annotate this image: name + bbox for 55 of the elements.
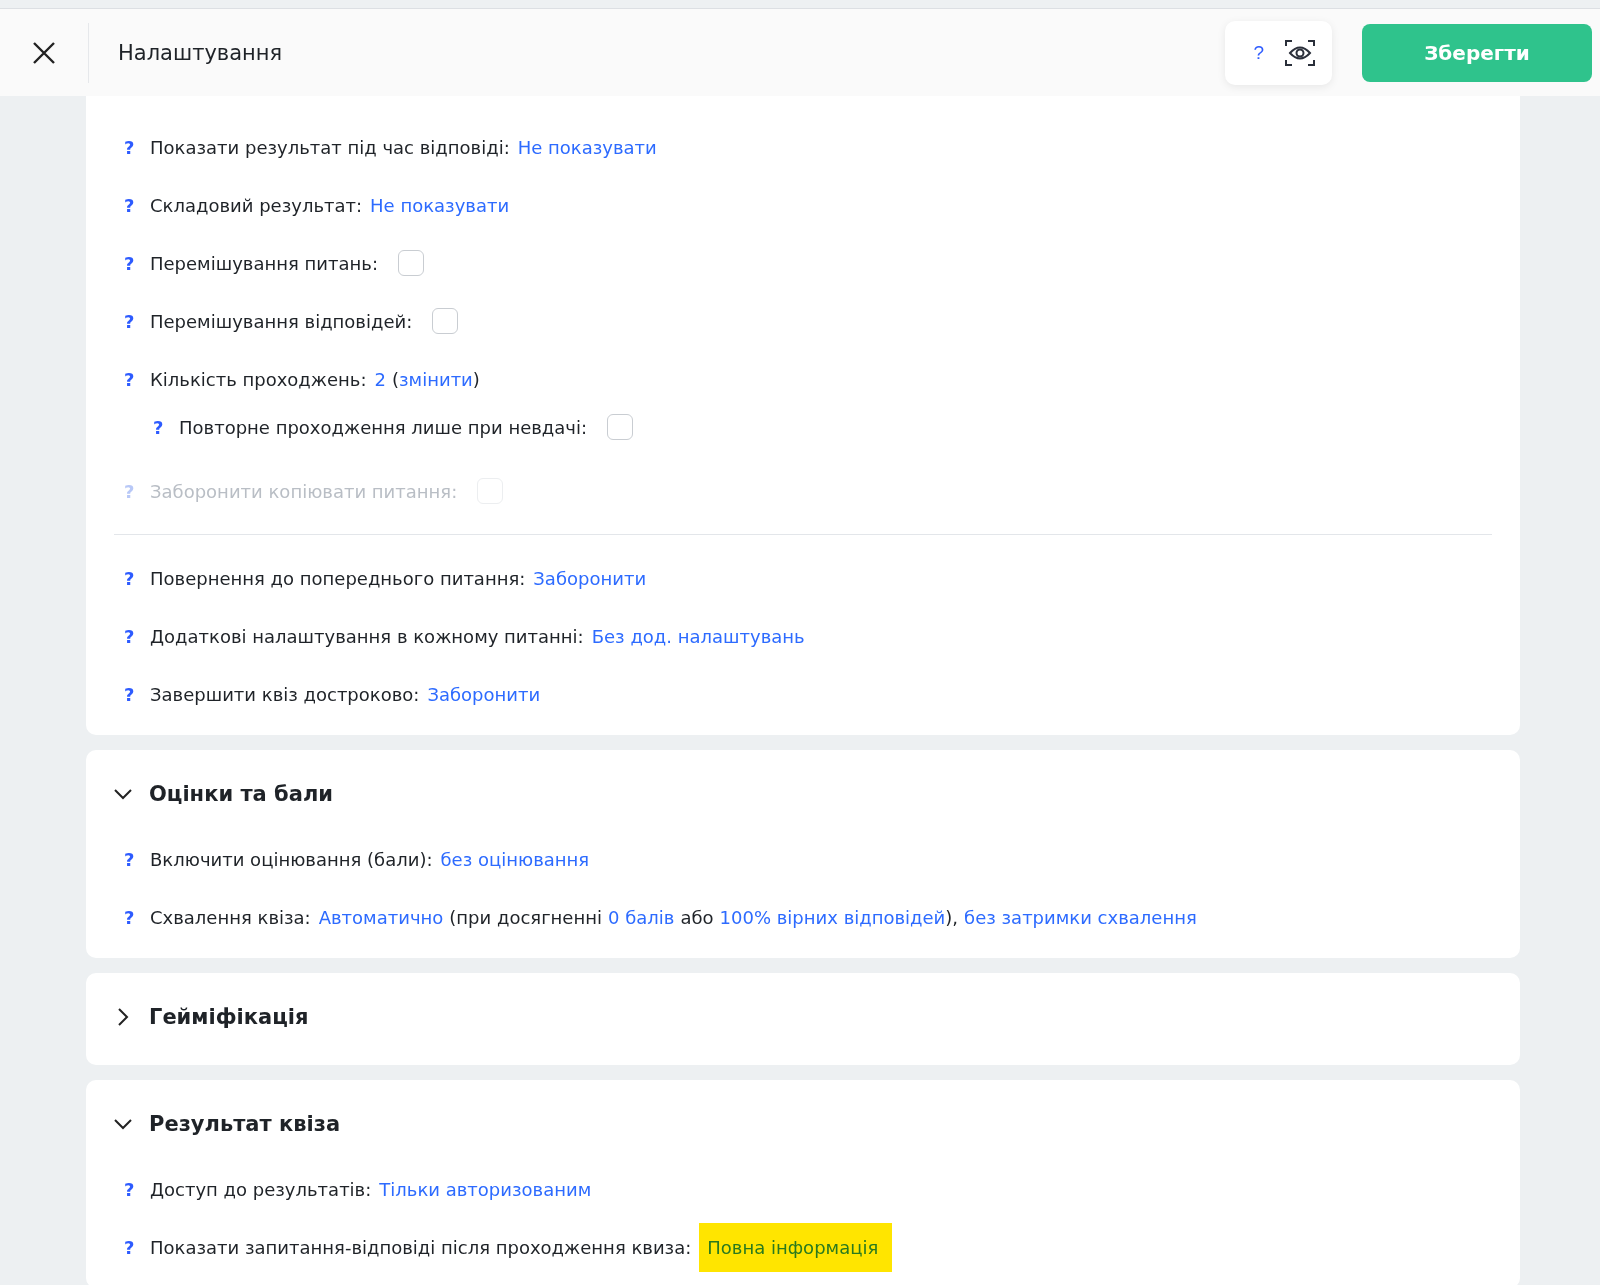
setting-link[interactable]: Заборонити: [533, 567, 647, 589]
setting-label: Перемішування питань:: [150, 252, 378, 274]
help-link[interactable]: ?: [114, 567, 150, 589]
section-title[interactable]: Оцінки та бали: [149, 782, 333, 806]
help-link[interactable]: ?: [114, 368, 150, 390]
setting-label: Заборонити копіювати питання:: [150, 480, 458, 502]
setting-link[interactable]: 100% вірних відповідей: [719, 906, 946, 928]
help-link[interactable]: ?: [114, 683, 150, 705]
setting-label: Доступ до результатів:: [150, 1178, 372, 1200]
help-link[interactable]: ?: [114, 625, 150, 647]
setting-link[interactable]: Повна інформація: [699, 1222, 893, 1272]
setting-link[interactable]: Без дод. налаштувань: [591, 625, 805, 647]
setting-link[interactable]: без оцінювання: [440, 848, 590, 870]
section-title[interactable]: Результат квіза: [149, 1112, 341, 1136]
setting-link[interactable]: 2: [374, 368, 386, 390]
setting-link[interactable]: Не показувати: [370, 194, 510, 216]
preview-icon[interactable]: [1284, 37, 1316, 68]
help-button[interactable]: ?: [1247, 37, 1270, 68]
setting-label: Завершити квіз достроково:: [150, 683, 420, 705]
help-link[interactable]: ?: [114, 136, 150, 158]
setting-label: Показати запитання-відповіді після проходження квиза:: [150, 1236, 692, 1258]
help-link[interactable]: ?: [114, 1236, 150, 1258]
setting-link[interactable]: Автоматично: [318, 906, 444, 928]
setting-link[interactable]: 0 балів: [608, 906, 675, 928]
setting-text: ),: [945, 906, 959, 928]
setting-text: (: [392, 368, 399, 390]
setting-link[interactable]: Тільки авторизованим: [379, 1178, 592, 1200]
setting-label: Повернення до попереднього питання:: [150, 567, 526, 589]
setting-label: Повторне проходження лише при невдачі:: [179, 416, 588, 438]
checkbox[interactable]: [607, 414, 634, 440]
checkbox[interactable]: [397, 250, 424, 276]
page-title: Налаштування: [118, 40, 284, 65]
setting-link[interactable]: змінити: [399, 368, 473, 390]
help-link[interactable]: ?: [114, 252, 150, 274]
setting-label: Включити оцінювання (бали):: [150, 848, 433, 870]
setting-label: Складовий результат:: [150, 194, 363, 216]
setting-text: (при досягненні: [449, 906, 602, 928]
setting-link[interactable]: без затримки схвалення: [964, 906, 1197, 928]
help-link[interactable]: ?: [114, 848, 150, 870]
help-link[interactable]: ?: [114, 310, 150, 332]
setting-text: ): [472, 368, 480, 390]
setting-label: Схвалення квіза:: [150, 906, 311, 928]
help-link[interactable]: ?: [114, 906, 150, 928]
setting-label: Додаткові налаштування в кожному питанні:: [150, 625, 584, 647]
help-link[interactable]: ?: [114, 1178, 150, 1200]
checkbox[interactable]: [432, 308, 459, 334]
setting-label: Показати результат під час відповіді:: [150, 136, 510, 158]
section-title[interactable]: Гейміфікація: [149, 1005, 309, 1029]
help-link[interactable]: ?: [143, 416, 179, 438]
setting-link[interactable]: Не показувати: [517, 136, 657, 158]
help-link[interactable]: ?: [114, 194, 150, 216]
setting-label: Кількість проходжень:: [150, 368, 367, 390]
setting-label: Перемішування відповідей:: [150, 310, 413, 332]
setting-link[interactable]: Заборонити: [427, 683, 541, 705]
setting-text: або: [680, 906, 714, 928]
